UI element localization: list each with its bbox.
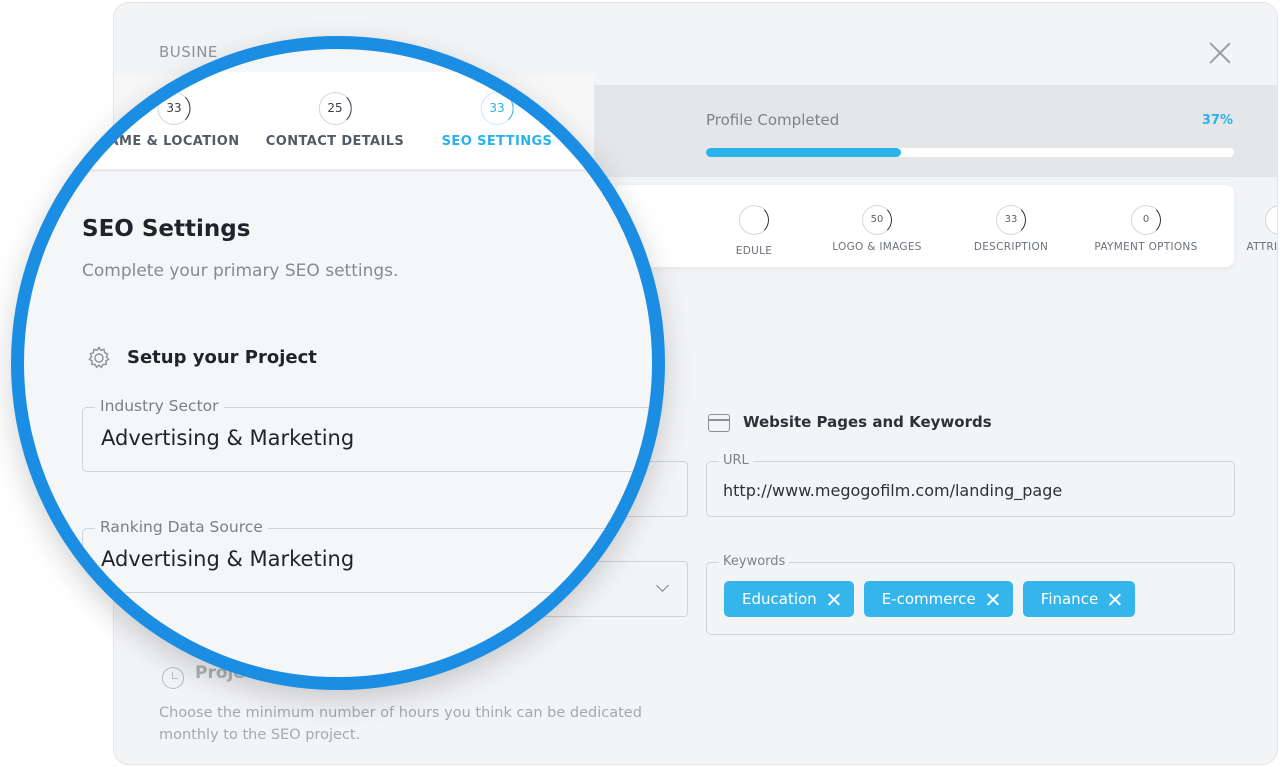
- profile-progress-fill: [706, 148, 902, 157]
- ranking-data-source-label: Ranking Data Source: [95, 518, 268, 536]
- tab-payment-options[interactable]: 0 PAYMENT OPTIONS: [1081, 205, 1211, 253]
- tab-count-ring: 25: [318, 92, 352, 125]
- remove-keyword-icon[interactable]: [986, 593, 999, 606]
- keyword-chip[interactable]: E-commerce: [863, 581, 1013, 617]
- chevron-down-icon[interactable]: [656, 579, 669, 592]
- tab-label: DESCRIPTION: [973, 241, 1049, 253]
- keyword-chip-label: Education: [742, 590, 817, 608]
- browser-window-icon: [708, 414, 730, 432]
- profile-completed-label: Profile Completed: [706, 111, 840, 129]
- magnified-content: 33 AME & LOCATION 25 CONTACT DETAILS 33 …: [24, 49, 652, 677]
- tab-label: EDULE: [735, 245, 773, 257]
- tab-label: W: [589, 135, 605, 150]
- keyword-chip[interactable]: Education: [724, 581, 854, 617]
- tab-count-ring: 0: [1265, 205, 1277, 235]
- industry-sector-value: Advertising & Marketing: [101, 426, 355, 450]
- setup-project-title: Setup your Project: [127, 347, 317, 368]
- remove-keyword-icon[interactable]: [1108, 593, 1121, 606]
- tab-seo-settings[interactable]: 33 SEO SETTINGS: [442, 92, 553, 149]
- tab-logo-images[interactable]: 50 LOGO & IMAGES: [812, 205, 942, 253]
- magnifier-lens: 33 AME & LOCATION 25 CONTACT DETAILS 33 …: [11, 36, 665, 690]
- tab-count-ring: 33: [157, 92, 191, 125]
- url-value[interactable]: http://www.megogofilm.com/landing_page: [723, 481, 1062, 500]
- gear-icon: [88, 346, 110, 369]
- tab-count-ring: 33: [996, 205, 1026, 235]
- project-hours-description: Choose the minimum number of hours you t…: [159, 705, 642, 743]
- keywords-label: Keywords: [719, 554, 790, 569]
- keyword-chip-label: Finance: [1040, 590, 1099, 608]
- website-pages-title: Website Pages and Keywords: [743, 413, 992, 431]
- tab-attributes[interactable]: 0 ATTRIBUTES: [1215, 205, 1278, 253]
- tab-count-ring: 33: [480, 92, 514, 125]
- ranking-data-source-value: Advertising & Marketing: [101, 547, 355, 571]
- tab-label: ATTRIBUTES: [1246, 241, 1278, 253]
- tab-label: SEO SETTINGS: [441, 134, 553, 149]
- tab-count-ring: 50: [862, 205, 892, 235]
- magnified-tabs-divider: [24, 169, 652, 172]
- url-field[interactable]: URL http://www.megogofilm.com/landing_pa…: [706, 453, 1235, 517]
- section-title: SEO Settings: [82, 216, 251, 242]
- tab-contact-details[interactable]: 25 CONTACT DETAILS: [266, 92, 404, 149]
- tab-label: PAYMENT OPTIONS: [1094, 241, 1198, 253]
- profile-progress-bar: [706, 148, 1234, 157]
- profile-completed-percent: 37%: [1201, 113, 1233, 128]
- sub-tabs-card: EDULE 50 LOGO & IMAGES 33 DESCRIPTION 0 …: [614, 185, 1277, 267]
- tab-schedule[interactable]: EDULE: [689, 205, 819, 257]
- tab-website[interactable]: W: [590, 126, 605, 150]
- section-subtitle: Complete your primary SEO settings.: [82, 261, 399, 281]
- tab-count-ring: [739, 205, 769, 235]
- ranking-data-source-select[interactable]: Ranking Data Source Advertising & Market…: [82, 518, 652, 593]
- url-label: URL: [719, 453, 753, 468]
- tab-label: AME & LOCATION: [108, 134, 240, 149]
- tab-description[interactable]: 33 DESCRIPTION: [946, 205, 1076, 253]
- remove-keyword-icon[interactable]: [827, 593, 840, 606]
- keywords-field[interactable]: Keywords Education E-commerce Finance: [706, 554, 1235, 635]
- keyword-chip[interactable]: Finance: [1022, 581, 1136, 617]
- tab-count-ring: 0: [1131, 205, 1161, 235]
- industry-sector-label: Industry Sector: [95, 397, 224, 415]
- close-icon[interactable]: [1207, 40, 1233, 66]
- tab-label: LOGO & IMAGES: [832, 241, 922, 253]
- keyword-chip-label: E-commerce: [881, 590, 976, 608]
- tab-name-location[interactable]: 33 AME & LOCATION: [109, 92, 240, 149]
- keyword-chips: Education E-commerce Finance: [724, 581, 1136, 617]
- industry-sector-select[interactable]: Industry Sector Advertising & Marketing: [82, 397, 652, 472]
- tab-label: CONTACT DETAILS: [265, 134, 405, 149]
